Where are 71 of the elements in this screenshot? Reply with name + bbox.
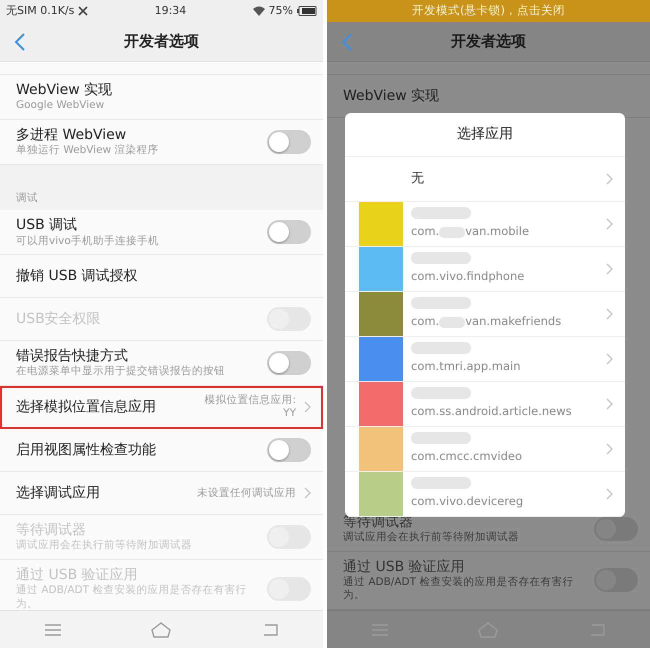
screen-title: 开发者选项 xyxy=(124,31,199,52)
package-name: com. van.mobile xyxy=(411,223,530,240)
blurred-name xyxy=(411,342,471,354)
setting-title: 多进程 WebView xyxy=(16,126,128,144)
package-name: com.vivo.devicereg xyxy=(411,493,524,510)
setting-title: 等待调试器 xyxy=(16,521,87,539)
setting-title: 通过 USB 验证应用 xyxy=(16,566,139,584)
setting-description: 调试应用会在执行前等待附加调试器 xyxy=(16,539,192,553)
screen-title: 开发者选项 xyxy=(451,31,526,52)
package-name: com.cmcc.cmvideo xyxy=(411,448,522,466)
section-label: 调试 xyxy=(0,164,323,210)
menu-icon[interactable] xyxy=(45,624,62,636)
toggle-switch[interactable] xyxy=(267,130,311,154)
setting-description: 单独运行 WebView 渲染程序 xyxy=(16,144,158,158)
chevron-icon xyxy=(606,488,613,500)
chevron-icon xyxy=(606,353,613,365)
clock-text: 19:34 xyxy=(154,2,186,19)
package-name: com.tmri.app.main xyxy=(411,358,521,376)
setting-title: 撤销 USB 调试授权 xyxy=(16,267,138,286)
package-name: com. van.makefriends xyxy=(411,313,562,330)
toggle-switch[interactable] xyxy=(267,220,311,244)
setting-title: WebView 实现 xyxy=(343,86,440,106)
setting-description: 在电源菜单中显示用于提交错误报告的按钮 xyxy=(16,365,225,380)
setting-title: WebView 实现 xyxy=(16,81,112,100)
setting-title: 通过 USB 验证应用 xyxy=(343,558,466,576)
notification-banner: 开发模式(悬卡锁)，点击关闭 xyxy=(327,0,650,22)
blurred-name xyxy=(411,432,471,444)
chevron-icon xyxy=(606,263,613,275)
chevron-icon xyxy=(606,308,613,320)
blurred-name xyxy=(411,207,471,220)
app-option[interactable]: com.cmcc.cmvideo xyxy=(345,427,625,472)
chevron-icon xyxy=(606,173,613,185)
home-icon[interactable] xyxy=(151,622,172,638)
app-option[interactable]: com.ss.android.article.news xyxy=(345,382,625,427)
blurred-name xyxy=(411,297,471,310)
app-option[interactable]: com.tmri.app.main xyxy=(345,337,625,382)
wifi-icon xyxy=(252,6,265,16)
setting-title: USB 调试 xyxy=(16,216,78,235)
chevron-icon xyxy=(304,401,311,414)
setting-description: 可以用vivo手机助手连接手机 xyxy=(16,234,159,248)
toggle-switch[interactable] xyxy=(267,351,311,376)
setting-title: 启用视图属性检查功能 xyxy=(16,440,156,460)
blurred-name xyxy=(411,252,471,264)
setting-description: 调试应用会在执行前等待附加调试器 xyxy=(343,530,519,545)
toggle-switch[interactable] xyxy=(267,438,311,462)
app-option[interactable]: com.vivo.findphone xyxy=(345,247,625,292)
chevron-icon xyxy=(304,487,311,500)
blurred-name xyxy=(411,477,471,490)
battery-icon xyxy=(296,6,317,16)
chevron-icon xyxy=(606,398,613,410)
setting-value: 模拟位置信息应用: xyxy=(204,394,296,408)
setting-title: 选择调试应用 xyxy=(16,484,100,502)
app-option[interactable]: com. van.mobile xyxy=(345,202,625,247)
package-name: com.vivo.findphone xyxy=(411,268,524,286)
blurred-name xyxy=(411,387,471,400)
setting-description: 通过 ADB/ADT 检查安装的应用是否存在有害行为。 xyxy=(16,584,248,610)
setting-description: 通过 ADB/ADT 检查安装的应用是否存在有害行为。 xyxy=(343,576,574,603)
package-name: com.ss.android.article.news xyxy=(411,403,572,420)
chevron-icon xyxy=(606,218,613,230)
chevron-icon xyxy=(606,443,613,455)
setting-title: USB安全权限 xyxy=(16,310,101,328)
dialog-title: 选择应用 xyxy=(345,113,625,157)
setting-title: 错误报告快捷方式 xyxy=(16,347,129,365)
setting-description: Google WebView xyxy=(16,99,106,113)
app-option[interactable]: com. van.makefriends xyxy=(345,292,625,337)
back-icon[interactable] xyxy=(14,33,26,51)
setting-value: YY xyxy=(282,407,296,420)
setting-value: 未设置任何调试应用 xyxy=(197,486,296,500)
battery-text: 75% xyxy=(268,2,293,19)
setting-title: 选择模拟位置信息应用 xyxy=(16,398,156,416)
carrier-text: 无SIM 0.1K/s xyxy=(6,2,74,19)
